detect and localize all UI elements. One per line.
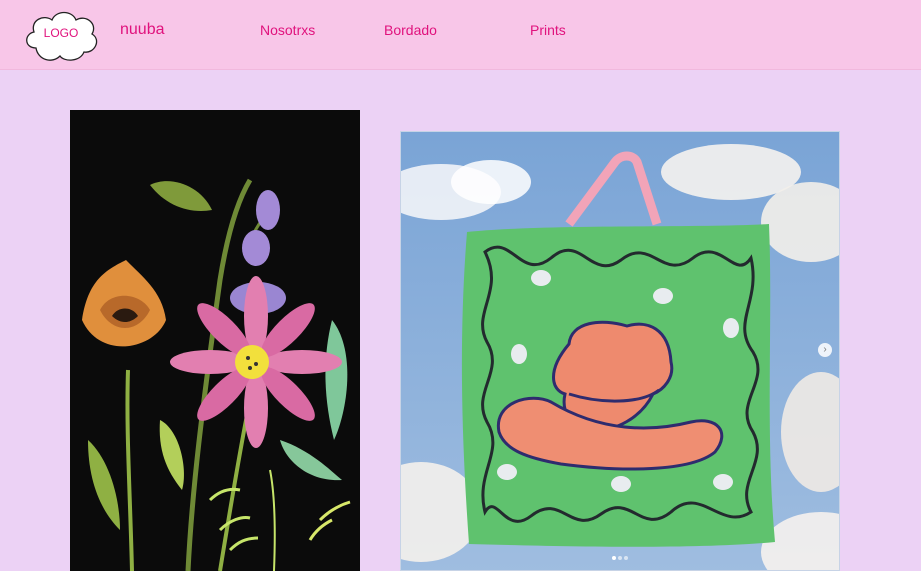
carousel-next-button[interactable]: › (818, 343, 832, 357)
rug-photo (401, 132, 839, 570)
carousel-dot[interactable] (624, 556, 628, 560)
brand-name[interactable]: nuuba (120, 21, 165, 39)
carousel-dot-active[interactable] (612, 556, 616, 560)
carousel-dot[interactable] (618, 556, 622, 560)
nav-link-bordado[interactable]: Bordado (384, 22, 437, 38)
nav-link-prints[interactable]: Prints (530, 22, 566, 38)
flower-illustration-image[interactable] (70, 110, 360, 571)
flower-illustration (70, 110, 360, 571)
carousel-dots (612, 556, 632, 562)
nav-link-nosotrxs[interactable]: Nosotrxs (260, 22, 315, 38)
logo[interactable]: LOGO (22, 8, 100, 64)
logo-text: LOGO (43, 26, 79, 40)
header: LOGO nuuba Nosotrxs Bordado Prints (0, 0, 921, 70)
cowboy-hat-rug-image[interactable] (400, 131, 840, 571)
